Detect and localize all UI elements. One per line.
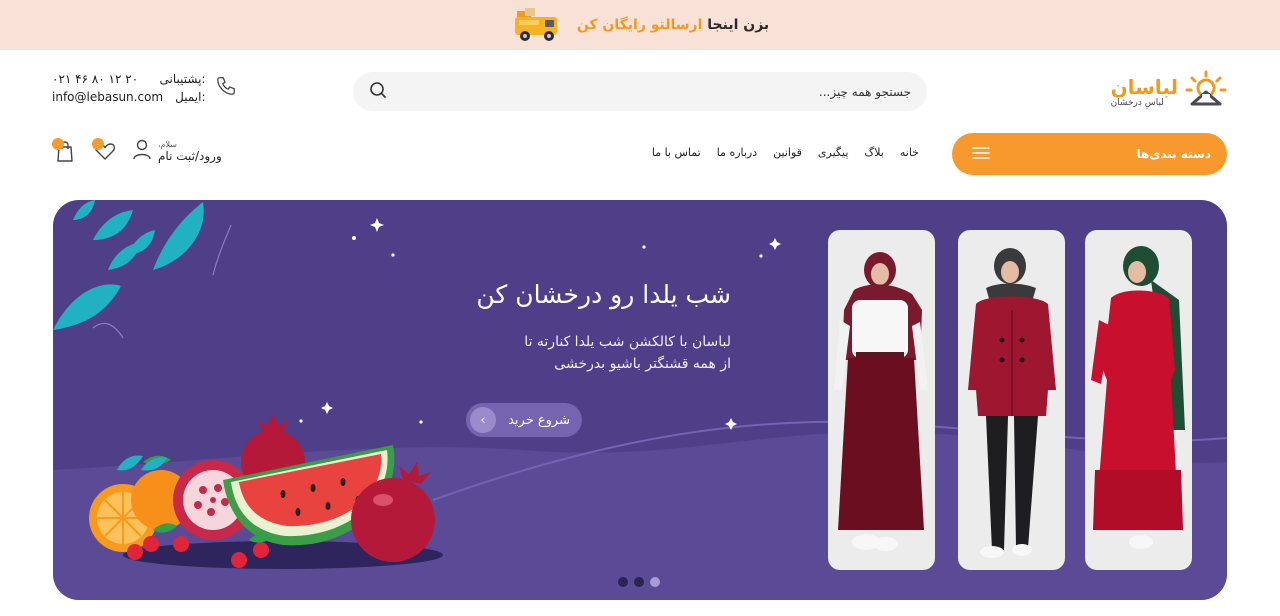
cart-button[interactable]: ۰ [52, 138, 78, 164]
hero-banner[interactable]: شب یلدا رو درخشان کن لباسان با کالکشن شب… [53, 200, 1227, 600]
search-icon[interactable] [369, 81, 387, 103]
cta-label: شروع خرید [508, 412, 570, 428]
hero-text: شب یلدا رو درخشان کن لباسان با کالکشن شب… [411, 280, 731, 375]
promo-highlight: ارسالتو رایگان کن [576, 17, 703, 33]
nav-item-home[interactable]: خانه [900, 146, 919, 159]
promo-prefix: بزن اینجا [707, 17, 770, 33]
main-nav: خانه بلاگ پیگیری قوانین درباره ما تماس ب… [652, 146, 919, 159]
search-bar[interactable] [353, 72, 927, 111]
nav-item-about[interactable]: درباره ما [717, 146, 757, 159]
wishlist-button[interactable]: ۰ [92, 138, 118, 164]
site-logo[interactable]: لباسان لباسِ درخشان [1111, 70, 1228, 114]
product-photo-2[interactable] [958, 230, 1065, 570]
support-phone[interactable]: ۰۲۱ ۴۶ ۸۰ ۱۲ ۲۰ [52, 72, 138, 86]
product-photo-3[interactable] [1085, 230, 1192, 570]
slider-dot-1[interactable] [618, 577, 628, 587]
wishlist-count: ۰ [92, 138, 104, 150]
hero-subtitle-line1: لباسان با کالکشن شب یلدا کنارته تا [524, 334, 731, 350]
login-button[interactable]: سلام، ورود/ثبت نام [132, 138, 222, 164]
start-shopping-button[interactable]: شروع خرید › [466, 403, 582, 437]
logo-slogan: لباسِ درخشان [1110, 98, 1164, 108]
hero-subtitle-line2: از همه قشنگتر باشیو بدرخشی [554, 356, 731, 372]
slider-dot-2[interactable] [634, 577, 644, 587]
menu-icon [972, 146, 990, 163]
support-email[interactable]: info@lebasun.com [52, 90, 163, 104]
arrow-icon: › [470, 407, 496, 433]
support-label: پشتیبانی: [159, 72, 206, 86]
cart-icon [52, 141, 78, 168]
hero-title: شب یلدا رو درخشان کن [476, 280, 731, 309]
logo-hanger-icon [1184, 70, 1228, 114]
nav-item-blog[interactable]: بلاگ [864, 146, 883, 159]
phone-icon [215, 75, 237, 101]
categories-label: دسته بندی‌ها [1136, 147, 1211, 161]
slider-dot-3[interactable] [650, 577, 660, 587]
categories-button[interactable]: دسته بندی‌ها [952, 133, 1227, 175]
promo-bar[interactable]: بزن اینجا ارسالتو رایگان کن [0, 0, 1280, 50]
search-input[interactable] [387, 84, 911, 99]
truck-icon [511, 5, 563, 45]
nav-item-rules[interactable]: قوانین [773, 146, 802, 159]
user-area: ۰ ۰ سلام، ورود/ثبت نام [52, 138, 222, 164]
promo-text[interactable]: بزن اینجا ارسالتو رایگان کن [577, 17, 769, 33]
email-label: ایمیل: [175, 90, 206, 104]
nav-item-tracking[interactable]: پیگیری [818, 146, 848, 159]
heart-icon [92, 143, 118, 168]
logo-brand: لباسان [1110, 75, 1178, 99]
login-label: ورود/ثبت نام [158, 148, 222, 163]
product-photo-1[interactable] [828, 230, 935, 570]
nav-item-contact[interactable]: تماس با ما [652, 146, 701, 159]
contact-info: ۰۲۱ ۴۶ ۸۰ ۱۲ ۲۰ پشتیبانی: info@lebasun.c… [52, 72, 237, 104]
slider-dots [618, 577, 660, 587]
user-greeting: سلام، [158, 139, 178, 149]
cart-count: ۰ [52, 138, 64, 150]
user-icon [132, 138, 152, 164]
